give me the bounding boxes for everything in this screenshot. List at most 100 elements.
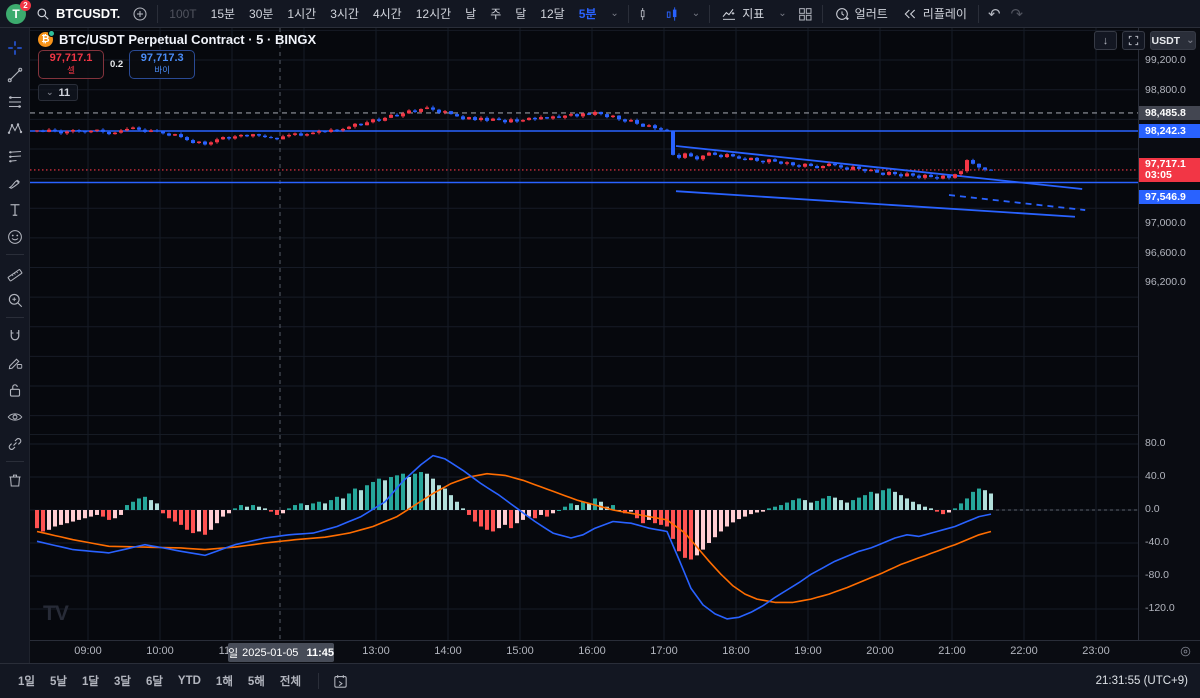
time-tick-19:00: 19:00	[794, 645, 822, 657]
clock-utc[interactable]: 21:31:55 (UTC+9)	[1096, 675, 1188, 687]
crosshair-tool[interactable]	[2, 34, 28, 61]
range-button-전체[interactable]: 전체	[274, 670, 307, 692]
bottom-toolbar: 1일5날1달3달6달YTD1해5해전체 21:31:55 (UTC+9)	[0, 663, 1200, 698]
layout-button[interactable]	[792, 2, 818, 26]
time-tick-16:00: 16:00	[578, 645, 606, 657]
hide-all-tool[interactable]	[2, 403, 28, 430]
time-tick-23:00: 23:00	[1082, 645, 1110, 657]
fib-retracement-tool[interactable]	[2, 88, 28, 115]
magnet-tool[interactable]	[2, 322, 28, 349]
link-tool[interactable]	[2, 430, 28, 457]
time-tick-20:00: 20:00	[866, 645, 894, 657]
interval-button-12달[interactable]: 12달	[533, 2, 571, 26]
trend-line-tool[interactable]	[2, 61, 28, 88]
interval-chevron-down-icon[interactable]: ⌄	[605, 2, 623, 26]
buy-label: 바이	[154, 65, 170, 76]
brush-icon	[6, 174, 24, 192]
emoji-tool[interactable]	[2, 223, 28, 250]
interval-button-15분[interactable]: 15분	[204, 2, 242, 26]
replay-button[interactable]: 리플레이	[895, 2, 974, 26]
alert-label: 얼러트	[855, 5, 888, 22]
drawbar-separator	[6, 461, 24, 462]
interval-button-30분[interactable]: 30분	[242, 2, 280, 26]
bar-style-selected-button[interactable]	[659, 2, 685, 26]
range-button-YTD[interactable]: YTD	[172, 672, 207, 690]
symbol-search-button[interactable]: BTCUSDT.	[34, 2, 127, 26]
bar-style-chevron-down-icon[interactable]: ⌄	[687, 2, 705, 26]
macd-indicator-pane[interactable]: TV	[30, 434, 1200, 640]
maximize-pane-button[interactable]	[1122, 31, 1145, 50]
range-button-6달[interactable]: 6달	[140, 670, 169, 692]
interval-button-4시간[interactable]: 4시간	[366, 2, 409, 26]
range-button-5해[interactable]: 5해	[242, 670, 271, 692]
toolbar-separator	[978, 5, 979, 23]
xabcd-pattern-tool[interactable]	[2, 115, 28, 142]
ruler-tool[interactable]	[2, 259, 28, 286]
trash-tool[interactable]	[2, 466, 28, 493]
candlestick-chart[interactable]	[30, 28, 1138, 434]
link-icon	[6, 435, 24, 453]
toolbar-separator	[822, 5, 823, 23]
range-button-1해[interactable]: 1해	[210, 670, 239, 692]
macd-chart[interactable]	[30, 435, 1138, 640]
buy-button[interactable]: 97,717.3 바이	[129, 50, 195, 79]
interval-button-3시간[interactable]: 3시간	[323, 2, 366, 26]
time-tick-14:00: 14:00	[434, 645, 462, 657]
range-button-1일[interactable]: 1일	[12, 670, 41, 692]
time-tick-17:00: 17:00	[650, 645, 678, 657]
zoom-in-tool[interactable]	[2, 286, 28, 313]
chart-title[interactable]: BTC/USDT Perpetual Contract · 5 · BINGX	[59, 32, 316, 47]
text-tool-tool[interactable]	[2, 196, 28, 223]
search-icon	[36, 7, 50, 21]
price-tick-97000: 97,000.0	[1145, 217, 1186, 229]
undo-button[interactable]: ↶	[983, 2, 1006, 26]
chevron-down-icon: ⌄	[46, 87, 54, 98]
compare-add-symbol-button[interactable]	[127, 2, 153, 26]
interval-100t-button[interactable]: 100T	[162, 2, 203, 26]
go-to-date-button[interactable]	[327, 669, 354, 693]
interval-button-1시간[interactable]: 1시간	[280, 2, 323, 26]
chart-area: ₿ BTC/USDT Perpetual Contract · 5 · BING…	[30, 28, 1200, 663]
interval-button-달[interactable]: 달	[508, 2, 533, 26]
replay-rewind-icon	[902, 6, 918, 22]
time-tick-21:00: 21:00	[938, 645, 966, 657]
top-toolbar: T 2 BTCUSDT. 100T 15분30분1시간3시간4시간12시간날주달…	[0, 0, 1200, 28]
download-button[interactable]: ↓	[1094, 31, 1117, 50]
long-position-tool[interactable]	[2, 142, 28, 169]
brush-tool[interactable]	[2, 169, 28, 196]
candles-blue-icon	[664, 6, 680, 22]
xabcd-pattern-icon	[6, 120, 24, 138]
alert-button[interactable]: 얼러트	[827, 2, 895, 26]
bar-style-button[interactable]	[633, 2, 659, 26]
interval-button-날[interactable]: 날	[458, 2, 483, 26]
collapsed-indicators-pill[interactable]: ⌄ 11	[38, 84, 78, 101]
hide-all-icon	[6, 408, 24, 426]
sell-button[interactable]: 97,717.1 셀	[38, 50, 104, 79]
alert-price-label: 98,485.8	[1139, 106, 1200, 120]
drawing-mode-tool[interactable]	[2, 349, 28, 376]
redo-button[interactable]: ↷	[1006, 2, 1029, 26]
zoom-in-icon	[6, 291, 24, 309]
range-button-5날[interactable]: 5날	[44, 670, 73, 692]
interval-active-button[interactable]: 5분	[572, 2, 604, 26]
range-button-1달[interactable]: 1달	[76, 670, 105, 692]
range-button-3달[interactable]: 3달	[108, 670, 137, 692]
axis-settings-gear-icon[interactable]	[1179, 645, 1192, 658]
magnet-icon	[6, 327, 24, 345]
price-tick-99200: 99,200.0	[1145, 54, 1186, 66]
user-avatar[interactable]: T 2	[6, 4, 26, 24]
lock-all-tool[interactable]	[2, 376, 28, 403]
currency-dropdown[interactable]: USDT ⌄	[1150, 31, 1196, 50]
interval-button-주[interactable]: 주	[483, 2, 508, 26]
interval-button-12시간[interactable]: 12시간	[409, 2, 458, 26]
indicators-chevron-down-icon[interactable]: ⌄	[773, 2, 791, 26]
indicators-button[interactable]: 지표	[714, 2, 771, 26]
emoji-icon	[6, 228, 24, 246]
price-axis[interactable]: 99,200.098,800.098,485.898,242.397,800.0…	[1138, 28, 1200, 640]
time-axis[interactable]: 23:0022:0021:0020:0019:0018:0017:0016:00…	[30, 640, 1200, 663]
fib-retracement-icon	[6, 93, 24, 111]
main-price-pane[interactable]: ₿ BTC/USDT Perpetual Contract · 5 · BING…	[30, 28, 1200, 434]
range-button-group: 1일5날1달3달6달YTD1해5해전체	[12, 670, 310, 692]
drawbar-separator	[6, 254, 24, 255]
drawbar-separator	[6, 317, 24, 318]
